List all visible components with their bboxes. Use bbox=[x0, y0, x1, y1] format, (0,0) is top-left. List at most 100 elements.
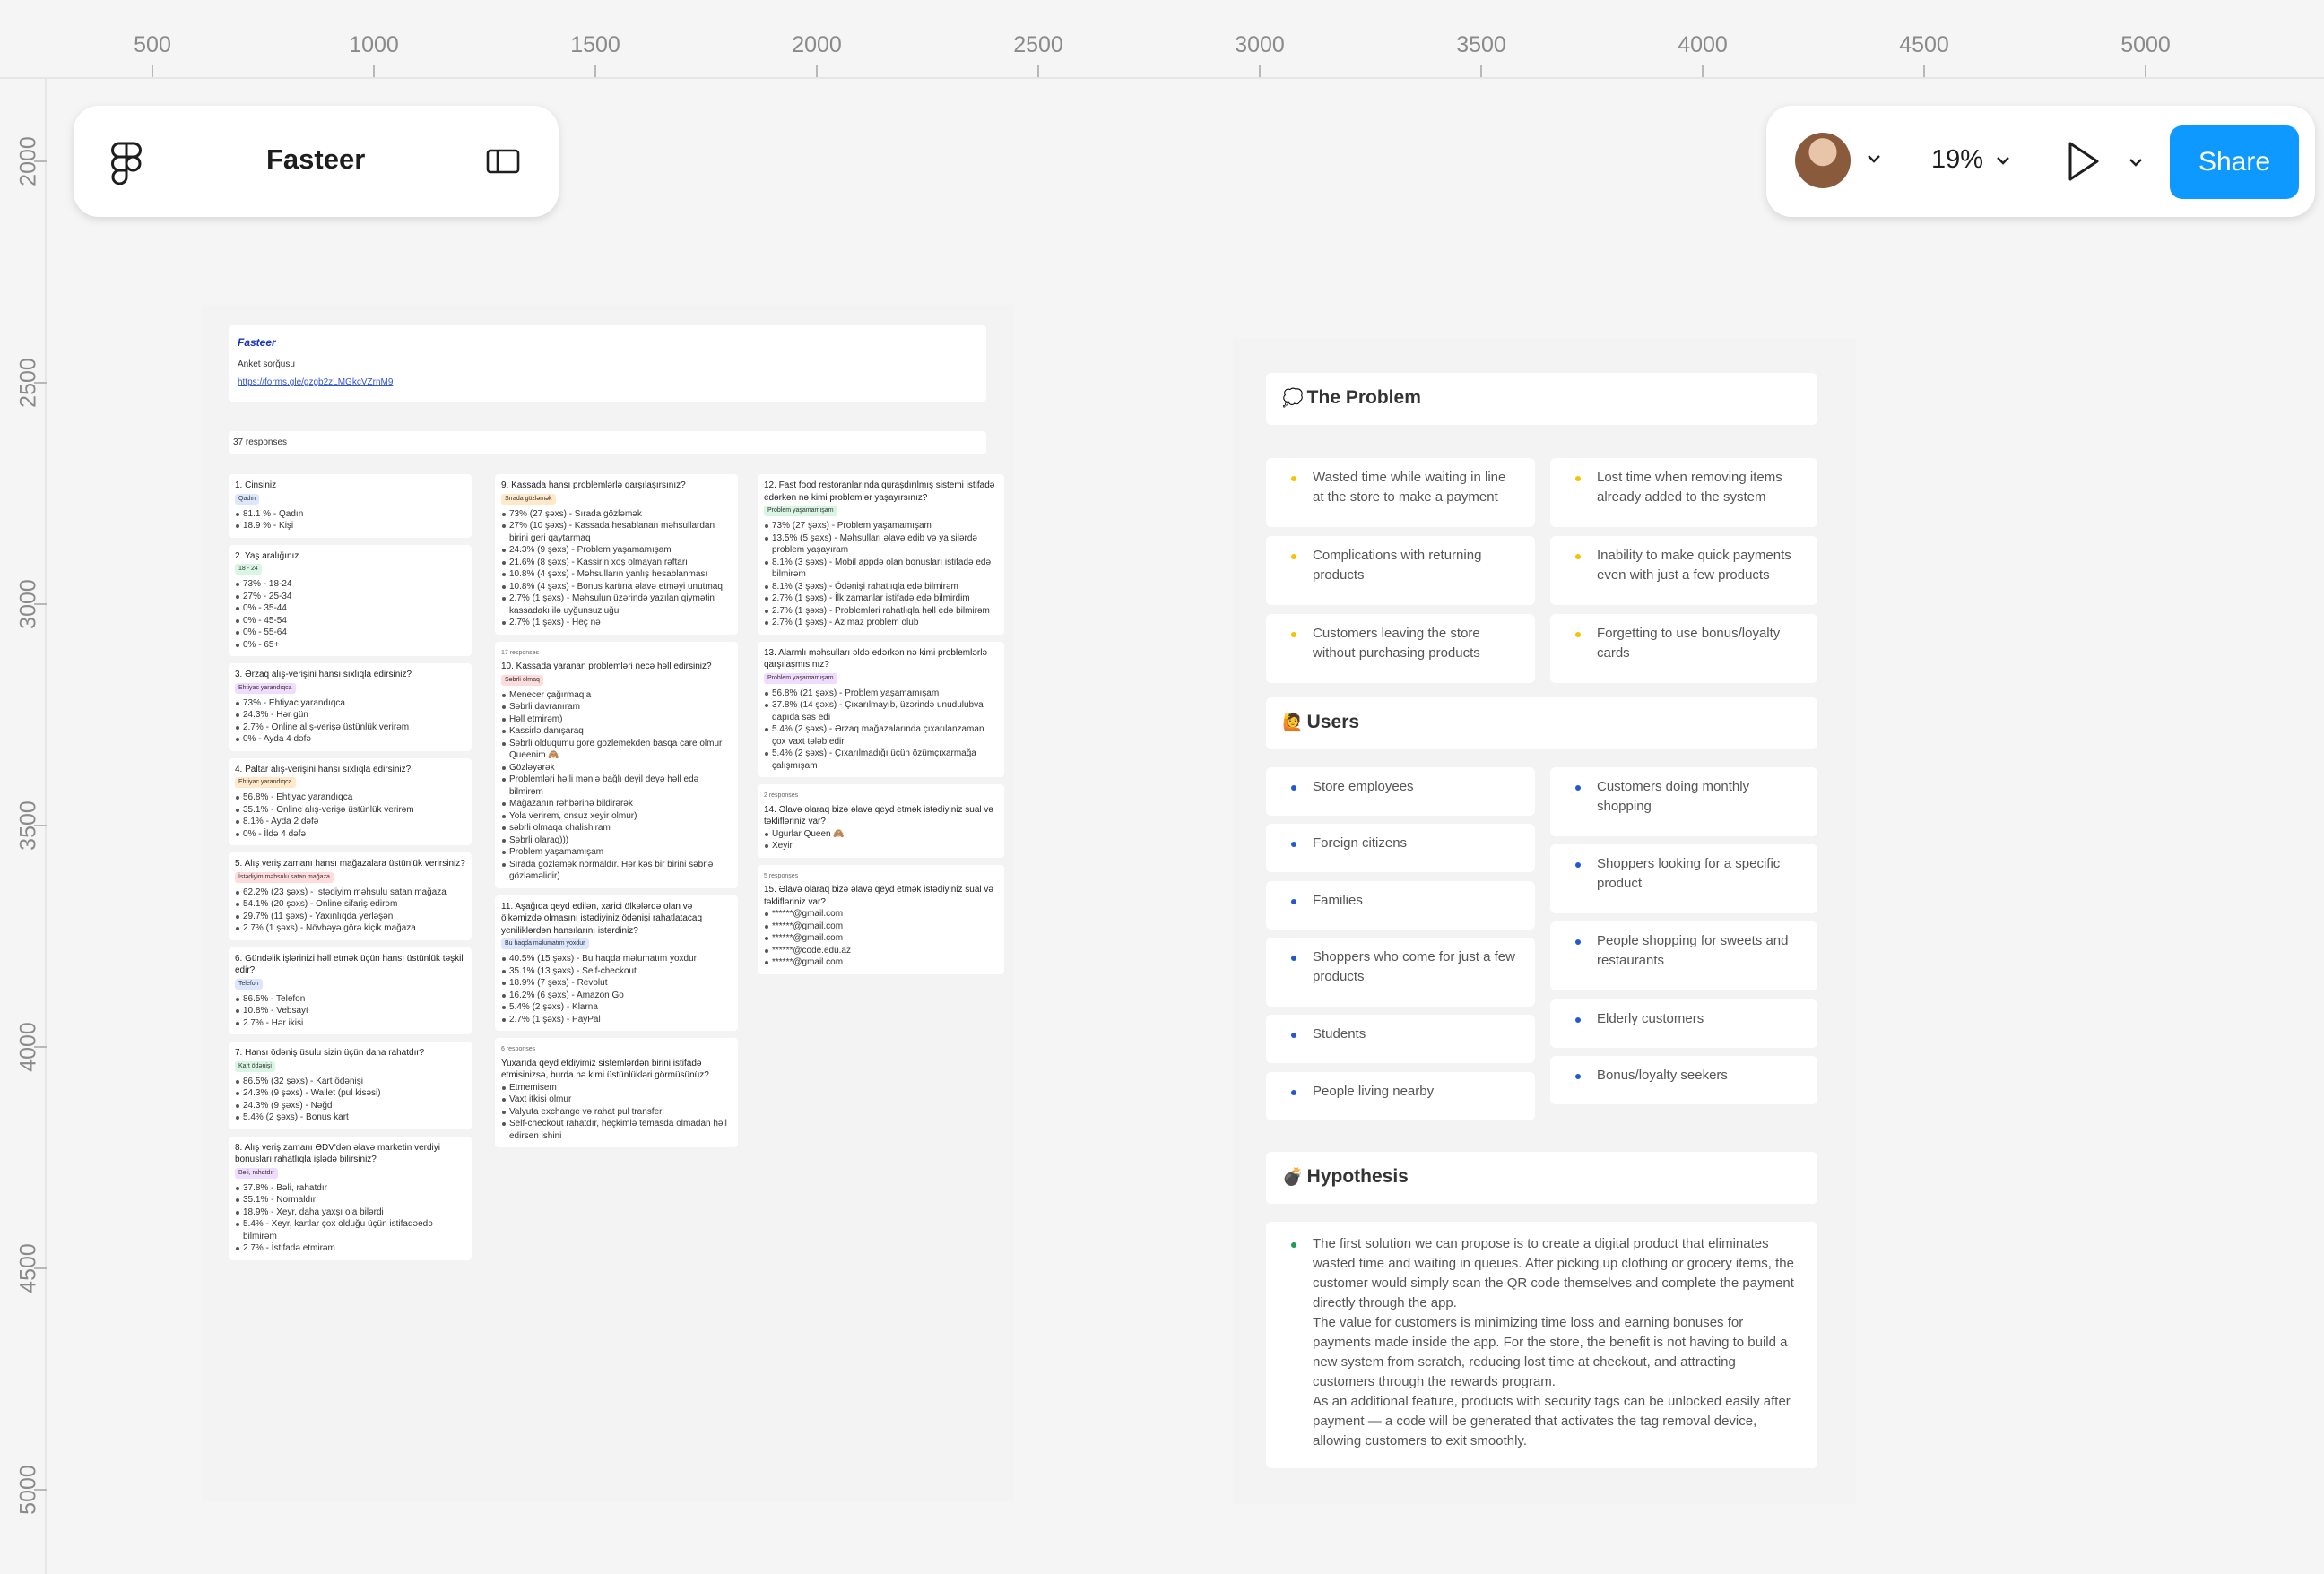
file-name[interactable]: Fasteer bbox=[266, 143, 365, 176]
answer-item: səbrli olmaqa chalishiram bbox=[501, 822, 732, 835]
chevron-down-icon[interactable] bbox=[2129, 152, 2143, 173]
ruler-tick-label: 4000 bbox=[1678, 32, 1728, 57]
user-item[interactable]: Shoppers looking for a specific product bbox=[1550, 844, 1817, 913]
answer-item: ******@code.edu.az bbox=[764, 945, 998, 957]
user-item[interactable]: Bonus/loyalty seekers bbox=[1550, 1056, 1817, 1104]
answer-item: Səbrli olduqumu gore gozlemekden basqa c… bbox=[501, 738, 732, 762]
ruler-tick bbox=[152, 65, 153, 77]
answer-list: 86.5% - Telefon 10.8% - Vebsayt 2.7% - Hər… bbox=[235, 993, 465, 1030]
user-item[interactable]: Foreign citizens bbox=[1266, 824, 1535, 872]
bullet-dot bbox=[1575, 1074, 1581, 1079]
answer-item: 0% - 55-64 bbox=[235, 627, 465, 639]
answer-item: Gözləyərək bbox=[501, 762, 732, 774]
user-item[interactable]: Customers doing monthly shopping bbox=[1550, 767, 1817, 836]
sidebar-toggle-icon[interactable] bbox=[486, 149, 520, 178]
answer-item: Kassirlə danışaraq bbox=[501, 725, 732, 738]
user-item[interactable]: Families bbox=[1266, 881, 1535, 930]
problem-item[interactable]: Lost time when removing items already ad… bbox=[1550, 458, 1817, 527]
answer-item: 5.4% (2 şəxs) - Çıxarılmadığı üçün özümç… bbox=[764, 748, 998, 772]
answer-item: 18.9 % - Kişi bbox=[235, 520, 465, 532]
form-link[interactable]: https://forms.gle/gzgb2zLMGkcVZrnM9 bbox=[238, 377, 393, 387]
ruler-tick-label: 1000 bbox=[349, 32, 399, 57]
answer-item: 2.7% (1 şəxs) - Problemləri rahatlıqla h… bbox=[764, 605, 998, 618]
answer-item: 37.8% - Bəli, rahatdır bbox=[235, 1182, 465, 1195]
answer-item: 2.7% (1 şəxs) - Az maz problem olub bbox=[764, 617, 998, 629]
hypothesis-paragraph: The first solution we can propose is to … bbox=[1313, 1236, 1794, 1310]
question-title: 6. Gündəlik işlərinizi həll etmək üçün h… bbox=[235, 953, 464, 976]
question-card[interactable]: 3. Ərzaq alış-verişini hansı sıxlıqla ed… bbox=[229, 663, 472, 751]
ruler-tick-label: 3500 bbox=[1456, 32, 1506, 57]
research-frame[interactable]: 💭 The Problem Wasted time while waiting i… bbox=[1233, 339, 1856, 1504]
question-card[interactable]: 2 responses 14. Əlavə olaraq bizə əlavə q… bbox=[758, 784, 1004, 858]
avatar[interactable] bbox=[1795, 133, 1851, 188]
ruler-tick bbox=[34, 160, 47, 162]
share-button[interactable]: Share bbox=[2170, 125, 2299, 199]
bullet-dot bbox=[1575, 554, 1581, 559]
zoom-value: 19% bbox=[1931, 145, 1984, 174]
ruler-tick bbox=[34, 1267, 47, 1269]
question-card[interactable]: 7. Hansı ödəniş üsulu sizin üçün daha ra… bbox=[229, 1042, 472, 1129]
answer-item: 37.8% (14 şəxs) - Çıxarılmayıb, üzərində… bbox=[764, 699, 998, 723]
user-item[interactable]: Shoppers who come for just a few product… bbox=[1266, 938, 1535, 1007]
question-card[interactable]: 11. Aşağıda qeyd edilən, xarici ölkələrd… bbox=[495, 895, 738, 1031]
bullet-dot bbox=[1291, 1033, 1296, 1038]
ruler-tick-label: 3000 bbox=[1235, 32, 1285, 57]
question-card[interactable]: 1. Cinsiniz Qadın 81.1 % - Qadın 18.9 % - K… bbox=[229, 474, 472, 538]
figma-canvas[interactable]: 500 1000 1500 2000 2500 3000 3500 4000 4500 5000 … bbox=[0, 0, 2324, 1574]
answer-tag: İstədiyim məhsulu satan mağaza bbox=[235, 871, 334, 883]
answer-item: 2.7% (1 şəxs) - Heç nə bbox=[501, 617, 732, 629]
answer-item: 35.1% (13 şəxs) - Self-checkout bbox=[501, 965, 732, 978]
answer-list: 37.8% - Bəli, rahatdır 35.1% - Normaldır 1… bbox=[235, 1182, 465, 1255]
user-item-text: Elderly customers bbox=[1597, 1011, 1704, 1026]
user-item[interactable]: People living nearby bbox=[1266, 1072, 1535, 1120]
user-item[interactable]: People shopping for sweets and restauran… bbox=[1550, 921, 1817, 990]
response-count: 6 responses bbox=[501, 1046, 536, 1052]
answer-item: 27% - 25-34 bbox=[235, 591, 465, 603]
answer-list: 86.5% (32 şəxs) - Kart ödənişi 24.3% (9 ş… bbox=[235, 1076, 465, 1124]
problem-item[interactable]: Complications with returning products bbox=[1266, 536, 1535, 605]
ruler-tick bbox=[34, 1489, 47, 1491]
survey-frame[interactable]: Fasteer Anket sorğusu https://forms.gle/… bbox=[202, 305, 1013, 1501]
problem-item[interactable]: Forgetting to use bonus/loyalty cards bbox=[1550, 614, 1817, 683]
question-card[interactable]: 9. Kassada hansı problemlərlə qarşılaşır… bbox=[495, 474, 738, 635]
question-title: Yuxarıda qeyd etdiyimiz sistemlərdən bir… bbox=[501, 1058, 709, 1081]
answer-item: 0% - Ayda 4 dəfə bbox=[235, 733, 465, 746]
thought-bubble-icon: 💭 bbox=[1282, 389, 1304, 408]
answer-tag: Səbrli olmaq bbox=[501, 674, 543, 686]
collab-toolbar: 19% Share bbox=[1766, 106, 2315, 217]
question-card[interactable]: 2. Yaş aralığınız 18 - 24 73% - 18-24 27% -… bbox=[229, 544, 472, 656]
question-card[interactable]: 6 responses Yuxarıda qeyd etdiyimiz siste… bbox=[495, 1038, 738, 1147]
answer-item: Yola verirem, onsuz xeyir olmur) bbox=[501, 810, 732, 823]
present-play-icon[interactable] bbox=[2066, 140, 2102, 187]
answer-item: 35.1% - Online alış-verişə üstünlük veri… bbox=[235, 804, 465, 817]
chevron-down-icon[interactable] bbox=[1867, 149, 1881, 169]
question-title: 7. Hansı ödəniş üsulu sizin üçün daha ra… bbox=[235, 1048, 425, 1058]
question-card[interactable]: 5 responses 15. Əlavə olaraq bizə əlavə q… bbox=[758, 864, 1004, 974]
question-card[interactable]: 5. Alış veriş zamanı hansı mağazalara üs… bbox=[229, 852, 472, 940]
problem-item[interactable]: Inability to make quick payments even wi… bbox=[1550, 536, 1817, 605]
form-subtitle: Anket sorğusu bbox=[238, 359, 295, 369]
user-item[interactable]: Elderly customers bbox=[1550, 999, 1817, 1048]
answer-list: 73% - Ehtiyac yarandıqca 24.3% - Hər gün 2… bbox=[235, 697, 465, 746]
answer-item: 56.8% (21 şəxs) - Problem yaşamamışam bbox=[764, 688, 998, 700]
answer-list: 73% (27 şəxs) - Problem yaşamamışam 13.5%… bbox=[764, 520, 998, 629]
answer-tag: 18 - 24 bbox=[235, 564, 262, 575]
user-item[interactable]: Students bbox=[1266, 1015, 1535, 1063]
question-card[interactable]: 6. Gündəlik işlərinizi həll etmək üçün h… bbox=[229, 947, 472, 1034]
question-card[interactable]: 8. Alış veriş zamanı ƏDV'dən əlavə marke… bbox=[229, 1136, 472, 1260]
problem-item[interactable]: Customers leaving the store without purc… bbox=[1266, 614, 1535, 683]
user-item-text: People shopping for sweets and restauran… bbox=[1597, 933, 1789, 968]
figma-logo-icon[interactable] bbox=[111, 142, 142, 189]
zoom-level[interactable]: 19% bbox=[1931, 145, 2010, 175]
question-card[interactable]: 4. Paltar alış-verişini hansı sıxlıqla e… bbox=[229, 757, 472, 845]
question-card[interactable]: 12. Fast food restoranlarında quraşdırıl… bbox=[758, 474, 1004, 635]
user-item[interactable]: Store employees bbox=[1266, 767, 1535, 816]
problem-item[interactable]: Wasted time while waiting in line at the… bbox=[1266, 458, 1535, 527]
bullet-dot bbox=[1575, 1017, 1581, 1023]
chevron-down-icon bbox=[1997, 157, 2009, 166]
answer-list: Ugurlar Queen 🙈 Xeyir bbox=[764, 828, 998, 852]
question-card[interactable]: 17 responses 10. Kassada yaranan probleml… bbox=[495, 641, 738, 888]
answer-tag: Qadın bbox=[235, 493, 260, 505]
problem-item-text: Customers leaving the store without purc… bbox=[1313, 626, 1480, 661]
question-card[interactable]: 13. Alarmlı məhsulları əldə edərkən nə k… bbox=[758, 641, 1004, 777]
